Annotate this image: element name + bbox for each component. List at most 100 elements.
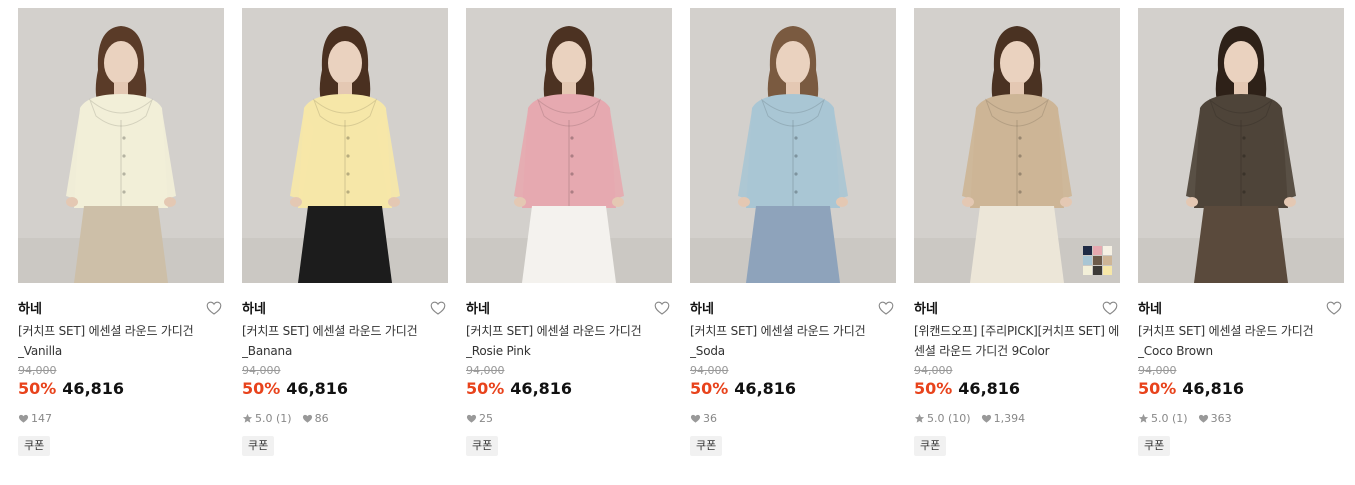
- model-illustration: [242, 8, 448, 283]
- product-image[interactable]: [466, 8, 672, 283]
- likes-count: 147: [31, 411, 52, 425]
- product-stats: 25: [466, 410, 672, 426]
- sale-price: 46,816: [62, 379, 125, 398]
- product-card[interactable]: 하네 [위캔드오프] [주리PICK][커치프 SET] 에센셜 라운드 가디건…: [914, 8, 1120, 456]
- color-swatch: [1093, 266, 1102, 275]
- product-stats: 5.0 (1) 86: [242, 410, 448, 426]
- color-swatch: [1103, 256, 1112, 265]
- heart-icon[interactable]: [654, 300, 670, 316]
- coupon-badge: 쿠폰: [466, 436, 499, 456]
- original-price: 94,000: [690, 364, 729, 377]
- model-illustration: [18, 8, 224, 283]
- product-image[interactable]: [914, 8, 1120, 283]
- brand-row: 하네: [466, 298, 672, 318]
- model-illustration: [1138, 8, 1344, 283]
- rating: 5.0 (10): [914, 412, 971, 425]
- likes-count: 86: [314, 411, 329, 425]
- product-grid: 하네 [커치프 SET] 에센셜 라운드 가디건 _Vanilla 94,000…: [0, 0, 1355, 485]
- price-row: 50% 46,816: [466, 378, 672, 400]
- heart-icon[interactable]: [878, 300, 894, 316]
- color-swatches: [1083, 246, 1112, 275]
- product-stats: 5.0 (1) 363: [1138, 410, 1344, 426]
- color-swatch: [1083, 256, 1092, 265]
- star-icon: [242, 413, 253, 424]
- heart-filled-icon: [466, 413, 477, 424]
- rating: 5.0 (1): [1138, 412, 1188, 425]
- sale-price: 46,816: [286, 379, 349, 398]
- coupon-badge: 쿠폰: [690, 436, 723, 456]
- heart-icon[interactable]: [430, 300, 446, 316]
- heart-filled-icon: [690, 413, 701, 424]
- product-image[interactable]: [1138, 8, 1344, 283]
- discount-rate: 50%: [18, 379, 57, 398]
- likes: 86: [302, 412, 329, 425]
- product-card[interactable]: 하네 [커치프 SET] 에센셜 라운드 가디건 _Rosie Pink 94,…: [466, 8, 672, 456]
- sale-price: 46,816: [1182, 379, 1245, 398]
- brand-name[interactable]: 하네: [466, 302, 490, 317]
- product-title[interactable]: [커치프 SET] 에센셜 라운드 가디건 _Soda: [690, 321, 896, 361]
- product-stats: 36: [690, 410, 896, 426]
- color-swatch: [1083, 246, 1092, 255]
- product-title[interactable]: [커치프 SET] 에센셜 라운드 가디건 _Coco Brown: [1138, 321, 1344, 361]
- original-price: 94,000: [914, 364, 953, 377]
- product-title[interactable]: [커치프 SET] 에센셜 라운드 가디건 _Vanilla: [18, 321, 224, 361]
- price-row: 50% 46,816: [18, 378, 224, 400]
- brand-row: 하네: [18, 298, 224, 318]
- product-title[interactable]: [커치프 SET] 에센셜 라운드 가디건 _Banana: [242, 321, 448, 361]
- brand-row: 하네: [242, 298, 448, 318]
- likes: 36: [690, 412, 717, 425]
- original-price: 94,000: [242, 364, 281, 377]
- coupon-badge: 쿠폰: [914, 436, 947, 456]
- product-card[interactable]: 하네 [커치프 SET] 에센셜 라운드 가디건 _Banana 94,000 …: [242, 8, 448, 456]
- sale-price: 46,816: [734, 379, 797, 398]
- brand-name[interactable]: 하네: [690, 302, 714, 317]
- original-price: 94,000: [1138, 364, 1177, 377]
- discount-rate: 50%: [242, 379, 281, 398]
- price-row: 50% 46,816: [690, 378, 896, 400]
- color-swatch: [1103, 266, 1112, 275]
- heart-filled-icon: [981, 413, 992, 424]
- rating: 5.0 (1): [242, 412, 292, 425]
- model-illustration: [466, 8, 672, 283]
- price-row: 50% 46,816: [242, 378, 448, 400]
- brand-name[interactable]: 하네: [18, 302, 42, 317]
- heart-icon[interactable]: [1326, 300, 1342, 316]
- product-card[interactable]: 하네 [커치프 SET] 에센셜 라운드 가디건 _Soda 94,000 50…: [690, 8, 896, 456]
- likes-count: 36: [703, 411, 717, 425]
- product-title[interactable]: [커치프 SET] 에센셜 라운드 가디건 _Rosie Pink: [466, 321, 672, 361]
- star-icon: [1138, 413, 1149, 424]
- heart-filled-icon: [18, 413, 29, 424]
- discount-rate: 50%: [1138, 379, 1177, 398]
- discount-rate: 50%: [914, 379, 953, 398]
- heart-filled-icon: [1198, 413, 1209, 424]
- heart-filled-icon: [302, 413, 313, 424]
- product-card[interactable]: 하네 [커치프 SET] 에센셜 라운드 가디건 _Coco Brown 94,…: [1138, 8, 1344, 456]
- rating-value: 5.0 (10): [927, 411, 971, 425]
- likes: 363: [1198, 412, 1232, 425]
- likes: 147: [18, 412, 52, 425]
- color-swatch: [1083, 266, 1092, 275]
- original-price: 94,000: [466, 364, 505, 377]
- star-icon: [914, 413, 925, 424]
- likes: 1,394: [981, 411, 1026, 425]
- brand-name[interactable]: 하네: [1138, 302, 1162, 317]
- product-card[interactable]: 하네 [커치프 SET] 에센셜 라운드 가디건 _Vanilla 94,000…: [18, 8, 224, 456]
- brand-name[interactable]: 하네: [914, 302, 938, 317]
- model-illustration: [914, 8, 1120, 283]
- brand-name[interactable]: 하네: [242, 302, 266, 317]
- color-swatch: [1093, 256, 1102, 265]
- rating-value: 5.0 (1): [255, 411, 292, 425]
- likes-count: 363: [1210, 411, 1232, 425]
- brand-row: 하네: [914, 298, 1120, 318]
- heart-icon[interactable]: [206, 300, 222, 316]
- product-stats: 147: [18, 410, 224, 426]
- product-title[interactable]: [위캔드오프] [주리PICK][커치프 SET] 에센셜 라운드 가디건 9C…: [914, 321, 1120, 361]
- rating-value: 5.0 (1): [1151, 411, 1188, 425]
- product-image[interactable]: [18, 8, 224, 283]
- product-image[interactable]: [690, 8, 896, 283]
- heart-icon[interactable]: [1102, 300, 1118, 316]
- product-image[interactable]: [242, 8, 448, 283]
- likes-count: 1,394: [993, 411, 1026, 425]
- product-stats: 5.0 (10) 1,394: [914, 410, 1120, 426]
- coupon-badge: 쿠폰: [18, 436, 51, 456]
